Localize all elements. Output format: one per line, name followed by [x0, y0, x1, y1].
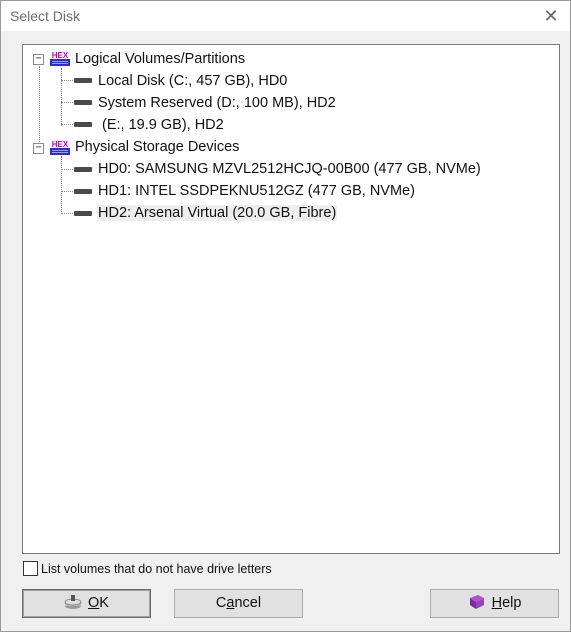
drive-icon — [74, 122, 92, 127]
help-accel: H — [491, 595, 503, 611]
svg-text:HEX: HEX — [52, 140, 69, 149]
drive-icon — [74, 167, 92, 172]
tree-line — [61, 124, 73, 125]
close-icon[interactable]: ✕ — [538, 4, 564, 28]
title-bar: Select Disk ✕ — [1, 1, 570, 31]
drive-icon — [74, 211, 92, 216]
tree-item-volume[interactable]: Local Disk (C:, 457 GB), HD0 — [97, 70, 288, 92]
tree-group-label: Logical Volumes/Partitions — [75, 51, 246, 67]
list-no-letters-label: List volumes that do not have drive lett… — [41, 562, 272, 576]
disk-tree[interactable]: − HEX Logical Volumes/Partitions Local D… — [22, 44, 560, 554]
hex-app-icon: HEX — [50, 140, 70, 155]
ok-button[interactable]: OK — [22, 589, 151, 618]
help-rest: elp — [502, 595, 522, 611]
tree-item-volume[interactable]: (E:, 19.9 GB), HD2 — [97, 114, 225, 136]
drive-icon — [74, 189, 92, 194]
disk-drive-icon — [64, 595, 82, 609]
tree-item-volume[interactable]: System Reserved (D:, 100 MB), HD2 — [97, 92, 337, 114]
cancel-button[interactable]: Cancel — [174, 589, 303, 618]
tree-line — [39, 66, 40, 148]
tree-line — [61, 156, 62, 214]
collapse-toggle[interactable]: − — [33, 143, 44, 154]
tree-item-label: HD0: SAMSUNG MZVL2512HCJQ-00B00 (477 GB,… — [98, 161, 481, 177]
list-no-letters-checkbox[interactable] — [23, 561, 38, 576]
tree-item-label: HD2: Arsenal Virtual (20.0 GB, Fibre) — [97, 205, 338, 221]
drive-icon — [74, 100, 92, 105]
tree-line — [61, 80, 73, 81]
dialog-title: Select Disk — [10, 8, 81, 24]
tree-item-label: Local Disk (C:, 457 GB), HD0 — [98, 73, 288, 89]
tree-item-label: HD1: INTEL SSDPEKNU512GZ (477 GB, NVMe) — [98, 183, 415, 199]
collapse-toggle[interactable]: − — [33, 54, 44, 65]
tree-item-disk[interactable]: HD0: SAMSUNG MZVL2512HCJQ-00B00 (477 GB,… — [97, 158, 482, 180]
tree-line — [61, 191, 73, 192]
tree-line — [61, 169, 73, 170]
help-book-icon — [469, 595, 484, 609]
tree-line — [61, 68, 62, 126]
tree-group-physical-devices[interactable]: Physical Storage Devices — [74, 136, 240, 158]
drive-icon — [74, 78, 92, 83]
help-button[interactable]: Help — [430, 589, 559, 618]
tree-item-disk-selected[interactable]: HD2: Arsenal Virtual (20.0 GB, Fibre) — [97, 202, 338, 224]
tree-group-logical-volumes[interactable]: Logical Volumes/Partitions — [74, 48, 246, 70]
tree-item-disk[interactable]: HD1: INTEL SSDPEKNU512GZ (477 GB, NVMe) — [97, 180, 416, 202]
tree-item-label: (E:, 19.9 GB), HD2 — [98, 117, 224, 133]
list-no-letters-option[interactable]: List volumes that do not have drive lett… — [23, 561, 272, 579]
tree-item-label: System Reserved (D:, 100 MB), HD2 — [98, 95, 336, 111]
svg-text:HEX: HEX — [52, 51, 69, 60]
hex-app-icon: HEX — [50, 51, 70, 66]
cancel-pre: C — [215, 595, 227, 611]
select-disk-dialog: Select Disk ✕ − HEX Logical Volumes/Part… — [0, 0, 571, 632]
ok-rest: K — [99, 595, 109, 611]
tree-line — [61, 102, 73, 103]
tree-line — [61, 213, 73, 214]
ok-accel: O — [88, 595, 100, 611]
cancel-rest: ncel — [234, 595, 262, 611]
tree-group-label: Physical Storage Devices — [75, 139, 240, 155]
